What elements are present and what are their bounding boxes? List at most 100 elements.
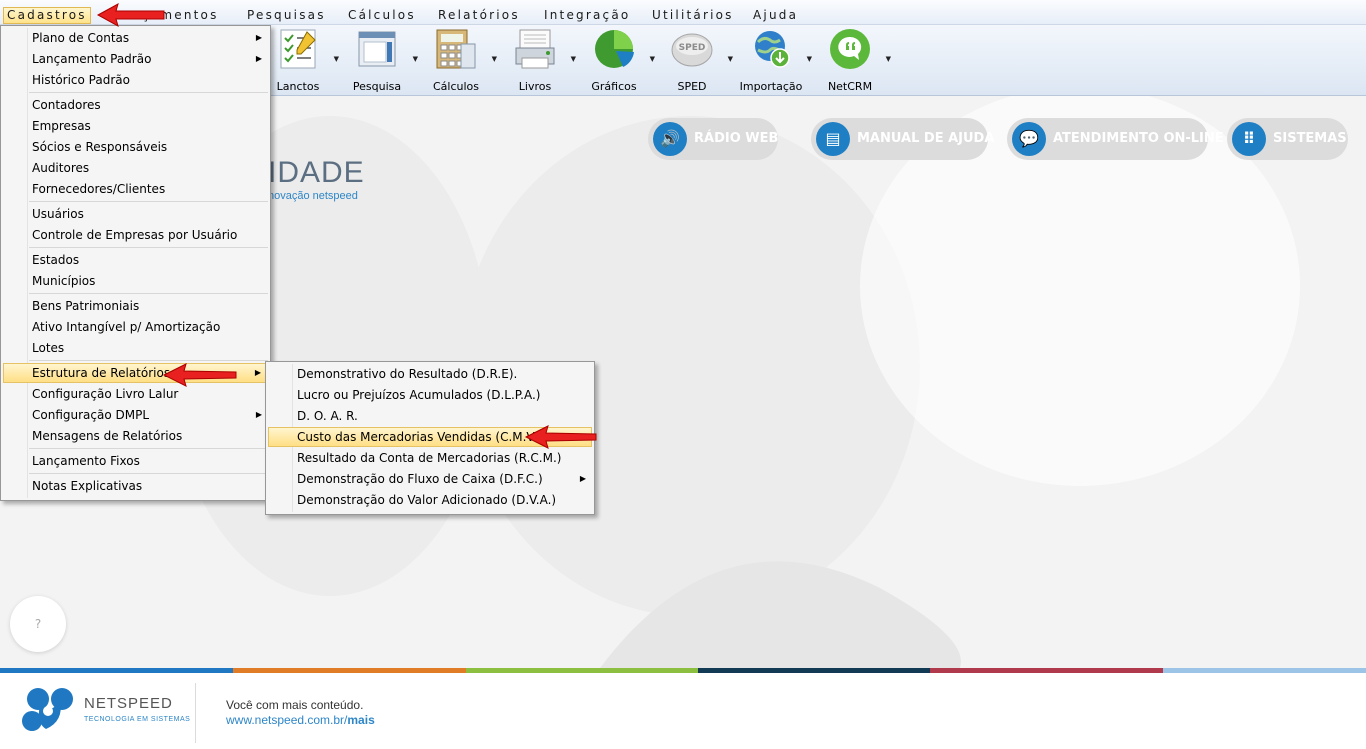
menu-item-label: Custo das Mercadorias Vendidas (C.M.V.)	[297, 430, 542, 444]
menu-item-label: Configuração DMPL	[32, 408, 150, 422]
menu-item-label: Usuários	[32, 207, 84, 221]
menu-item-label: Lançamento Fixos	[32, 454, 140, 468]
menu-item-mensagens-relatorios[interactable]: Mensagens de Relatórios	[3, 426, 268, 446]
menu-item-label: Municípios	[32, 274, 96, 288]
dropdown-arrow-icon[interactable]: ▼	[413, 55, 418, 63]
menu-item-config-dmpl[interactable]: Configuração DMPL ▶	[3, 405, 268, 425]
submenu-item-rcm[interactable]: Resultado da Conta de Mercadorias (R.C.M…	[268, 448, 592, 468]
calculator-icon	[436, 29, 476, 69]
menu-item-lotes[interactable]: Lotes	[3, 338, 268, 358]
menu-item-bens-patrimoniais[interactable]: Bens Patrimoniais	[3, 296, 268, 316]
submenu-item-dfc[interactable]: Demonstração do Fluxo de Caixa (D.F.C.) ▶	[268, 469, 592, 489]
dropdown-arrow-icon[interactable]: ▼	[492, 55, 497, 63]
menu-item-historico-padrao[interactable]: Histórico Padrão	[3, 70, 268, 90]
footer-divider	[195, 683, 196, 743]
dropdown-arrow-icon[interactable]: ▼	[650, 55, 655, 63]
menu-item-empresas[interactable]: Empresas	[3, 116, 268, 136]
radio-web-button[interactable]: 🔊 RÁDIO WEB	[648, 118, 778, 160]
submenu-item-doar[interactable]: D. O. A. R.	[268, 406, 592, 426]
submenu-item-dlpa[interactable]: Lucro ou Prejuízos Acumulados (D.L.P.A.)	[268, 385, 592, 405]
menu-item-label: Contadores	[32, 98, 101, 112]
menu-pesquisas[interactable]: Pesquisas	[245, 8, 328, 23]
menu-item-auditores[interactable]: Auditores	[3, 158, 268, 178]
menu-item-municipios[interactable]: Municípios	[3, 271, 268, 291]
sistemas-button[interactable]: ⠿ SISTEMAS	[1227, 118, 1348, 160]
dropdown-arrow-icon[interactable]: ▼	[571, 55, 576, 63]
menu-item-label: D. O. A. R.	[297, 409, 358, 423]
toolbar-netcrm-label: NetCRM	[827, 80, 873, 93]
footer-brand: NETSPEED	[84, 695, 173, 712]
menu-item-notas-explicativas[interactable]: Notas Explicativas	[3, 476, 268, 496]
menu-item-socios[interactable]: Sócios e Responsáveis	[3, 137, 268, 157]
menu-utilitarios[interactable]: Utilitários	[650, 8, 736, 23]
submenu-item-dre[interactable]: Demonstrativo do Resultado (D.R.E).	[268, 364, 592, 384]
grid-icon: ⠿	[1232, 122, 1266, 156]
cadastros-menu: Plano de Contas ▶ Lançamento Padrão ▶ Hist…	[0, 25, 271, 501]
menu-item-ativo-intangivel[interactable]: Ativo Intangível p/ Amortização	[3, 317, 268, 337]
menu-item-fornecedores[interactable]: Fornecedores/Clientes	[3, 179, 268, 199]
annotation-arrow-icon	[162, 363, 237, 387]
submenu-item-dva[interactable]: Demonstração do Valor Adicionado (D.V.A.…	[268, 490, 592, 510]
menu-calculos[interactable]: Cálculos	[346, 8, 418, 23]
toolbar-importacao-button[interactable]: Importação ▼	[736, 25, 812, 95]
menu-item-lancamento-padrao[interactable]: Lançamento Padrão ▶	[3, 49, 268, 69]
toolbar-calculos-label: Cálculos	[432, 80, 479, 93]
footer: NETSPEED TECNOLOGIA EM SISTEMAS Você com…	[0, 673, 1366, 749]
window-icon	[358, 31, 396, 67]
toolbar-calculos-button[interactable]: Cálculos ▼	[421, 25, 497, 95]
help-button[interactable]: ?	[10, 596, 66, 652]
checklist-icon	[280, 29, 316, 69]
menu-item-label: Lucro ou Prejuízos Acumulados (D.L.P.A.)	[297, 388, 541, 402]
toolbar-lanctos-button[interactable]: Lanctos ▼	[263, 25, 339, 95]
menu-separator	[29, 201, 268, 202]
atendimento-online-button[interactable]: 💬 ATENDIMENTO ON-LINE	[1007, 118, 1224, 160]
menu-item-label: Ativo Intangível p/ Amortização	[32, 320, 221, 334]
submenu-arrow-icon: ▶	[579, 474, 586, 483]
dropdown-arrow-icon[interactable]: ▼	[728, 55, 733, 63]
toolbar-livros-button[interactable]: Livros ▼	[500, 25, 576, 95]
menu-integracao[interactable]: Integração	[542, 8, 632, 23]
menu-item-plano-de-contas[interactable]: Plano de Contas ▶	[3, 28, 268, 48]
menu-item-label: Demonstração do Valor Adicionado (D.V.A.…	[297, 493, 557, 507]
footer-slogan: Você com mais conteúdo.	[226, 698, 364, 712]
menu-cadastros[interactable]: Cadastros	[3, 7, 91, 24]
menu-relatorios[interactable]: Relatórios	[436, 8, 522, 23]
menu-item-lancamento-fixos[interactable]: Lançamento Fixos	[3, 451, 268, 471]
app-logo-text: IDADE	[268, 156, 365, 189]
menu-ajuda[interactable]: Ajuda	[751, 8, 800, 23]
submenu-arrow-icon: ▶	[254, 368, 261, 377]
menu-item-contadores[interactable]: Contadores	[3, 95, 268, 115]
footer-link[interactable]: www.netspeed.com.br/mais	[226, 713, 375, 727]
menu-separator	[29, 360, 268, 361]
globe-download-icon	[755, 31, 790, 68]
radio-web-label: RÁDIO WEB	[694, 131, 779, 146]
menu-item-controle-empresas[interactable]: Controle de Empresas por Usuário	[3, 225, 268, 245]
book-icon: ▤	[816, 122, 850, 156]
toolbar-pesquisa-label: Pesquisa	[352, 80, 402, 93]
menu-item-label: Resultado da Conta de Mercadorias (R.C.M…	[297, 451, 562, 465]
menu-separator	[29, 473, 268, 474]
menu-item-label: Demonstração do Fluxo de Caixa (D.F.C.)	[297, 472, 543, 486]
dropdown-arrow-icon[interactable]: ▼	[886, 55, 891, 63]
toolbar-livros-label: Livros	[518, 80, 552, 93]
menu-item-label: Estrutura de Relatórios	[32, 366, 171, 380]
menu-item-label: Configuração Livro Lalur	[32, 387, 179, 401]
speaker-icon: 🔊	[653, 122, 687, 156]
toolbar-graficos-button[interactable]: Gráficos ▼	[579, 25, 655, 95]
toolbar-sped-button[interactable]: SPED SPED ▼	[657, 25, 733, 95]
menu-item-label: Histórico Padrão	[32, 73, 130, 87]
menu-item-label: Fornecedores/Clientes	[32, 182, 166, 196]
manual-ajuda-button[interactable]: ▤ MANUAL DE AJUDA	[811, 118, 994, 160]
sped-icon: SPED	[671, 33, 713, 67]
menu-item-estados[interactable]: Estados	[3, 250, 268, 270]
sped-badge-text: SPED	[679, 43, 706, 53]
atendimento-online-label: ATENDIMENTO ON-LINE	[1053, 131, 1224, 146]
menu-item-usuarios[interactable]: Usuários	[3, 204, 268, 224]
menu-item-label: Bens Patrimoniais	[32, 299, 140, 313]
chat-icon: 💬	[1012, 122, 1046, 156]
toolbar-pesquisa-button[interactable]: Pesquisa ▼	[342, 25, 418, 95]
dropdown-arrow-icon[interactable]: ▼	[807, 55, 812, 63]
dropdown-arrow-icon[interactable]: ▼	[334, 55, 339, 63]
sistemas-label: SISTEMAS	[1273, 131, 1347, 146]
toolbar-netcrm-button[interactable]: NetCRM ▼	[815, 25, 891, 95]
